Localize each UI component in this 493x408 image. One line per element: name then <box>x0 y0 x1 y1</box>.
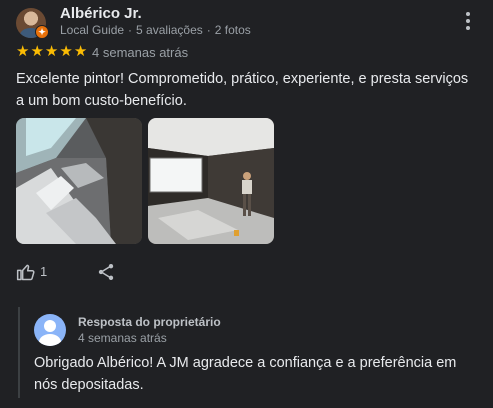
thumbs-up-icon[interactable] <box>16 262 36 282</box>
review-photo-2[interactable] <box>148 118 274 244</box>
star-icon: ★ <box>16 43 31 60</box>
more-options-icon[interactable] <box>458 10 478 34</box>
owner-reply-text: Obrigado Albérico! A JM agradece a confi… <box>34 355 457 393</box>
star-icon: ★ <box>30 43 45 60</box>
local-guide-label: Local Guide <box>60 23 125 37</box>
star-icon: ★ <box>59 43 74 60</box>
owner-reply-title: Resposta do proprietário <box>78 315 221 329</box>
painter-room-photo-icon <box>148 118 274 244</box>
owner-reply-divider <box>18 307 20 398</box>
star-rating: ★★★★★ <box>16 44 88 60</box>
living-room-photo-icon <box>16 118 142 244</box>
reviewer-name[interactable]: Albérico Jr. <box>60 5 142 22</box>
review-count: 5 avaliações <box>136 23 203 37</box>
star-icon: ★ <box>44 43 60 60</box>
like-count: 1 <box>40 264 48 279</box>
photo-count: 2 fotos <box>214 23 251 37</box>
owner-avatar <box>34 314 66 346</box>
star-icon: ★ <box>73 43 89 60</box>
review-date: 4 semanas atrás <box>92 45 189 60</box>
local-guide-badge-icon: ✦ <box>35 25 49 39</box>
reviewer-meta: Local Guide · 5 avaliações · 2 fotos <box>60 23 251 37</box>
owner-reply-date: 4 semanas atrás <box>78 331 167 345</box>
review-photo-1[interactable] <box>16 118 142 244</box>
review-text: Excelente pintor! Comprometido, prático,… <box>16 71 469 109</box>
share-icon[interactable] <box>96 262 116 282</box>
